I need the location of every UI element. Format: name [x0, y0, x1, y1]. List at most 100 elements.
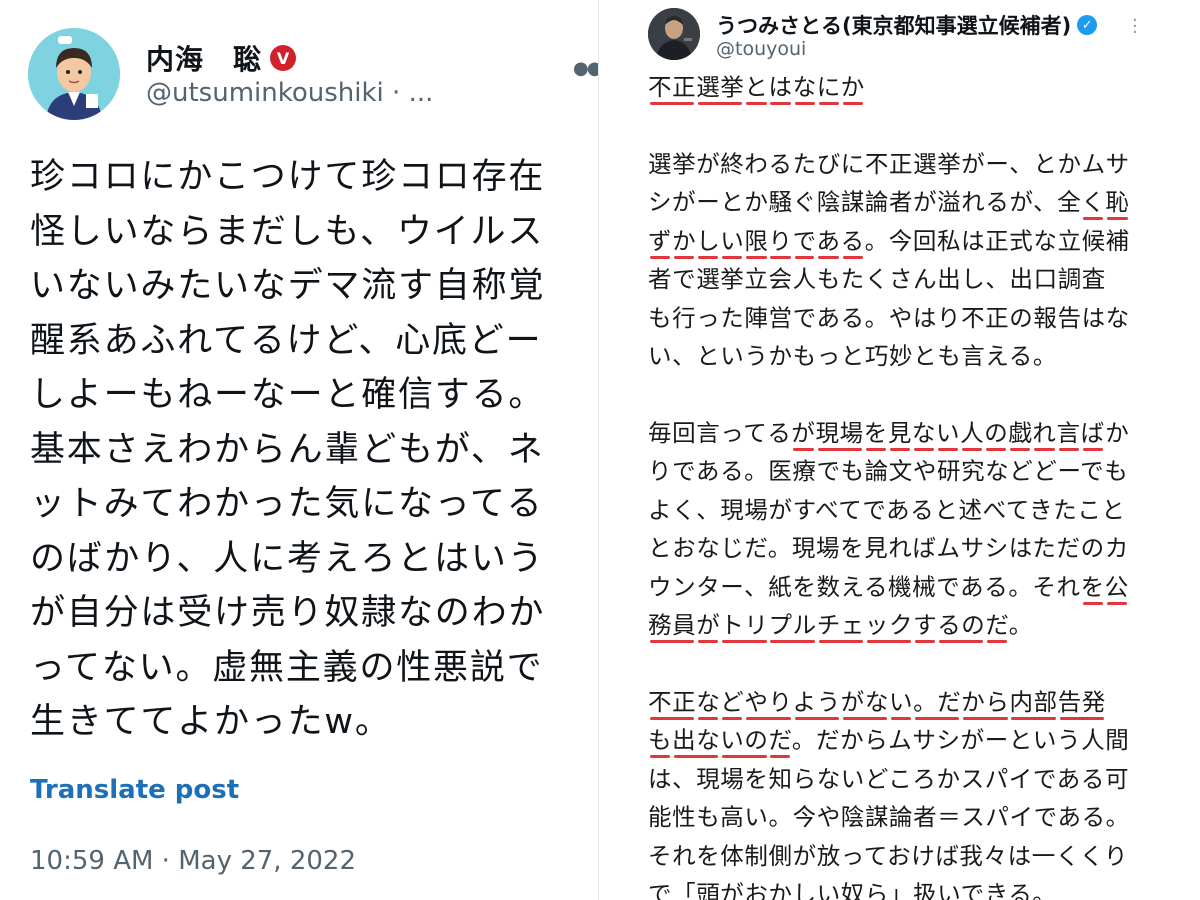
post-title: 不正選挙とはなにか	[648, 68, 1188, 107]
red-underline-mark	[818, 102, 839, 105]
paragraph: 不正などやりようがない。だから内部告発 も出ないのだ。だからムサシがーという人間…	[648, 683, 1188, 900]
red-underline-mark	[794, 716, 839, 720]
post-text-line: とおなじだ。現場を見ればムサシはただのカ	[648, 534, 1129, 562]
red-underline-mark	[865, 447, 886, 451]
red-underline-mark	[698, 716, 719, 720]
red-underline-mark	[1011, 716, 1056, 720]
red-underline-mark	[1083, 217, 1104, 220]
post-text-line: 珍コロにかこつけて珍コロ存在	[30, 157, 546, 197]
post-text-line: 毎回言ってるが現場を見ない人の戯れ言ばか	[648, 414, 1188, 453]
post-body: 不正選挙とはなにか 選挙が終わるたびに不正選挙がー、とかムサ シがーとか騒ぐ陰謀…	[648, 68, 1188, 900]
red-underline-mark	[650, 102, 695, 105]
ellipsis-icon[interactable]: ●●●	[573, 58, 598, 79]
red-underline-mark	[770, 640, 815, 643]
translate-post-link[interactable]: Translate post	[30, 775, 239, 805]
red-underline-mark	[915, 716, 960, 720]
post-text-line: りである。医療でも論文や研究などどーでも	[648, 457, 1129, 485]
post-text-line: 能性も高い。今や陰謀論者＝スパイである。	[648, 803, 1130, 831]
post-text-line: ウンター、紙を数える機械である。それを公	[648, 568, 1188, 607]
red-underline-mark	[722, 255, 743, 259]
post-text-line: い、というかもっと巧妙とも言える。	[648, 342, 1057, 370]
red-underline-mark	[794, 255, 815, 259]
red-underline-mark	[746, 102, 767, 105]
red-underline-mark	[842, 255, 863, 259]
red-underline-mark	[915, 640, 936, 643]
red-underline-mark	[1082, 447, 1104, 451]
avatar[interactable]	[28, 28, 120, 120]
post-text-line: ットみてわかった気になってる	[30, 484, 544, 524]
post-text-line: も出ないのだ。だからムサシがーという人間	[648, 721, 1188, 760]
red-underline-mark	[698, 640, 719, 643]
verified-badge-icon: V	[270, 45, 297, 71]
red-underline-mark	[963, 716, 1008, 720]
red-underline-mark	[650, 716, 695, 720]
post-text-line: 怪しいならまだしも、ウイルス	[30, 211, 545, 252]
red-underline-mark	[1082, 601, 1103, 605]
red-underline-mark	[698, 255, 719, 259]
post-body: 珍コロにかこつけて珍コロ存在 怪しいならまだしも、ウイルス いないみたいなデマ流…	[30, 150, 590, 750]
red-underline-mark	[770, 255, 791, 259]
post-text-line: のばかり、人に考えろとはいう	[30, 538, 545, 579]
post-text-line: 不正などやりようがない。だから内部告発	[648, 683, 1188, 722]
red-underline-mark	[698, 102, 743, 105]
red-underline-mark	[746, 716, 791, 720]
red-underline-mark	[818, 640, 863, 643]
right-tweet-card: うつみさとる(東京都知事選立候補者) ✓ @touyoui · · · 不正選挙とは…	[604, 0, 1200, 900]
red-underline-mark	[1106, 601, 1127, 605]
avatar[interactable]	[648, 8, 700, 60]
red-underline-mark	[842, 716, 887, 720]
red-underline-mark	[650, 755, 671, 758]
red-underline-mark	[794, 102, 815, 105]
red-underline-mark	[889, 447, 910, 451]
post-text-line: 基本さえわからん輩どもが、ネ	[30, 429, 545, 470]
post-text-line: 生きててよかったw。	[30, 702, 392, 742]
red-underline-mark	[939, 640, 984, 643]
post-text-line: が自分は受け売り奴隷なのわか	[30, 593, 546, 633]
red-underline-mark	[746, 255, 767, 259]
red-underline-mark	[866, 640, 912, 643]
red-underline-mark	[986, 447, 1007, 451]
post-timestamp[interactable]: 10:59 AM · May 27, 2022	[30, 846, 356, 876]
red-underline-mark	[650, 255, 671, 259]
red-underline-mark	[1058, 447, 1079, 451]
post-text-line: 務員がトリプルチェックするのだ。	[648, 606, 1188, 645]
post-text-line: しよーもねーなーと確信する。	[30, 375, 546, 415]
red-underline-mark	[722, 716, 743, 720]
red-underline-mark	[674, 255, 695, 259]
red-underline-mark	[1059, 716, 1104, 720]
author-handle[interactable]: @utsuminkoushiki · ...	[146, 78, 433, 108]
red-underline-mark	[793, 447, 814, 451]
left-tweet-card: 内海 聡 V @utsuminkoushiki · ... ●●● 珍コロにかこ…	[0, 0, 599, 900]
post-text-line: 者で選挙立会人もたくさん出し、出口調査	[648, 265, 1106, 293]
red-underline-mark	[987, 640, 1007, 643]
paragraph: 選挙が終わるたびに不正選挙がー、とかムサ シがーとか騒ぐ陰謀論者が溢れるが、全く…	[648, 145, 1188, 376]
paragraph: 毎回言ってるが現場を見ない人の戯れ言ばか りである。医療でも論文や研究などどーで…	[648, 414, 1188, 645]
author-display-name[interactable]: 内海 聡	[146, 38, 262, 78]
post-text-line: 醒系あふれてるけど、心底どー	[30, 320, 543, 361]
red-underline-mark	[770, 102, 791, 105]
red-underline-mark	[650, 640, 695, 643]
author-handle[interactable]: @touyoui	[716, 38, 806, 60]
red-underline-mark	[770, 755, 790, 758]
red-underline-mark	[1034, 447, 1055, 451]
red-underline-mark	[938, 447, 959, 451]
post-text-line: は、現場を知らないどころかスパイである可	[648, 764, 1130, 793]
avatar-photo	[648, 8, 700, 60]
vertical-ellipsis-icon[interactable]: · · ·	[1132, 12, 1138, 42]
post-text-line: シがーとか騒ぐ陰謀論者が溢れるが、全く恥	[648, 183, 1188, 222]
author-display-name[interactable]: うつみさとる(東京都知事選立候補者)	[716, 10, 1071, 40]
red-underline-mark	[913, 447, 935, 451]
red-underline-mark	[817, 447, 862, 451]
red-underline-mark	[962, 447, 983, 451]
post-text-line: も行った陣営である。やはり不正の報告はな	[648, 303, 1130, 332]
post-text-line: ずかしい限りである。今回私は正式な立候補	[648, 222, 1188, 261]
red-underline-mark	[890, 716, 912, 720]
post-text-line: で「頭がおかしい奴ら」扱いできる。	[648, 880, 1057, 900]
red-underline-mark	[818, 255, 839, 259]
author-name-row: 内海 聡 V	[146, 38, 297, 78]
red-underline-mark	[1010, 447, 1031, 451]
post-text-line: ってない。虚無主義の性悪説で	[30, 647, 544, 688]
post-text-line: 選挙が終わるたびに不正選挙がー、とかムサ	[648, 149, 1130, 178]
